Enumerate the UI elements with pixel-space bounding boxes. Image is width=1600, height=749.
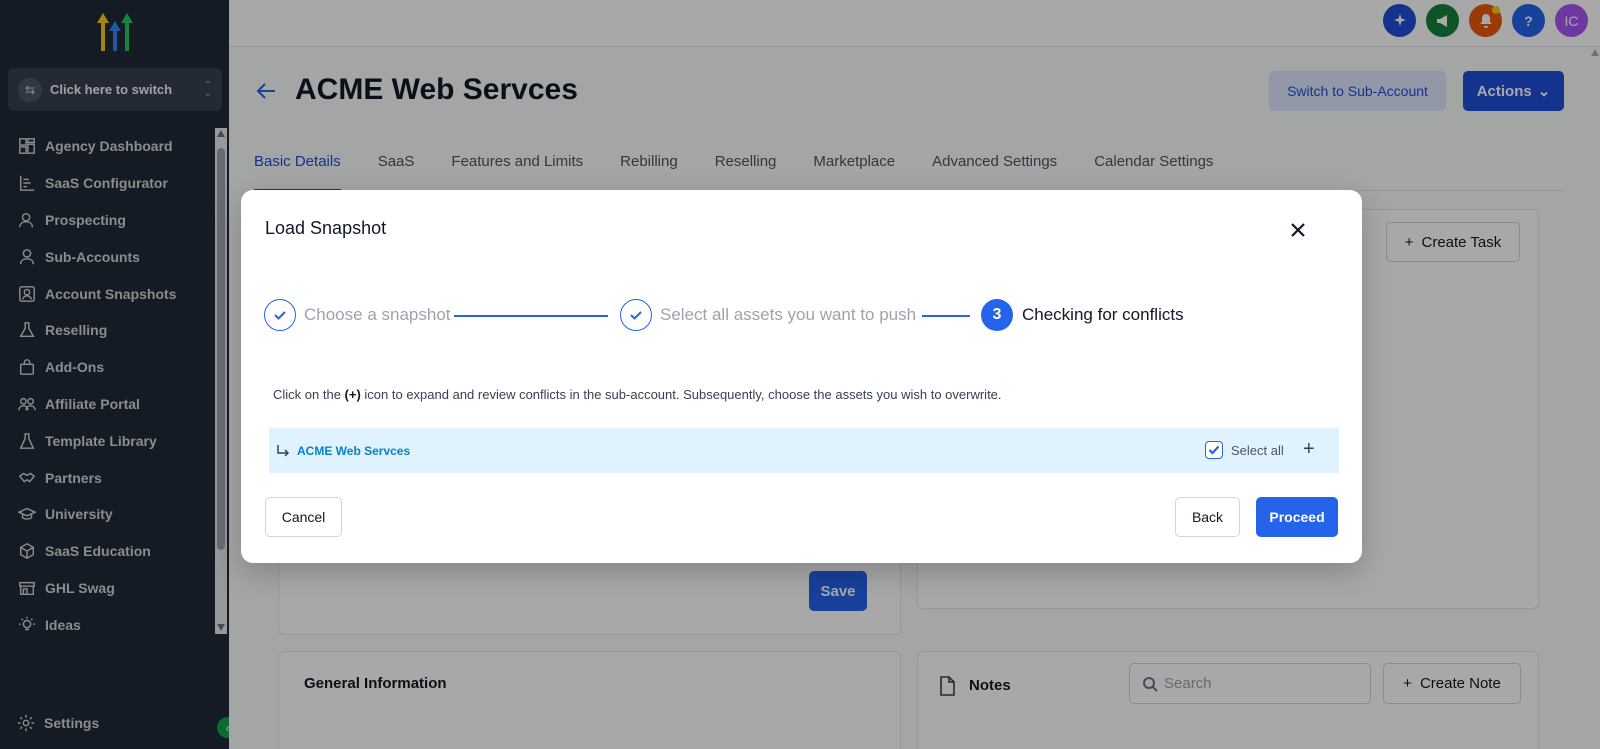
step-connector: [922, 315, 970, 317]
load-snapshot-modal: Load Snapshot Choose a snapshot Select a…: [241, 190, 1362, 563]
back-button[interactable]: Back: [1175, 497, 1240, 537]
close-icon[interactable]: [1288, 220, 1308, 240]
instruction-text: Click on the (+) icon to expand and revi…: [273, 387, 1002, 402]
step-2-check-icon: [620, 299, 652, 331]
instruction-bold: (+): [344, 387, 361, 402]
select-all-control[interactable]: Select all: [1205, 441, 1284, 459]
step-connector: [454, 315, 608, 317]
step-1-check-icon: [264, 299, 296, 331]
expand-plus-icon[interactable]: +: [1303, 438, 1315, 461]
cancel-button[interactable]: Cancel: [265, 497, 342, 537]
subdirectory-arrow-icon: [277, 444, 290, 457]
stepper: Choose a snapshot Select all assets you …: [264, 299, 1264, 331]
select-all-label: Select all: [1231, 442, 1284, 458]
step-1-label: Choose a snapshot: [304, 305, 451, 324]
account-name[interactable]: ACME Web Servces: [297, 444, 410, 458]
step-3-number: 3: [981, 299, 1013, 331]
select-all-checkbox[interactable]: [1205, 441, 1223, 459]
page-scroll-up-icon[interactable]: [1591, 49, 1599, 56]
step-2-label: Select all assets you want to push: [660, 305, 917, 324]
account-conflict-row[interactable]: ACME Web Servces Select all +: [269, 428, 1339, 473]
modal-title: Load Snapshot: [265, 218, 387, 238]
step-3-label: Checking for conflicts: [1022, 305, 1184, 324]
instruction-pre: Click on the: [273, 387, 345, 402]
instruction-post: icon to expand and review conflicts in t…: [360, 387, 1002, 402]
proceed-button[interactable]: Proceed: [1256, 497, 1338, 537]
